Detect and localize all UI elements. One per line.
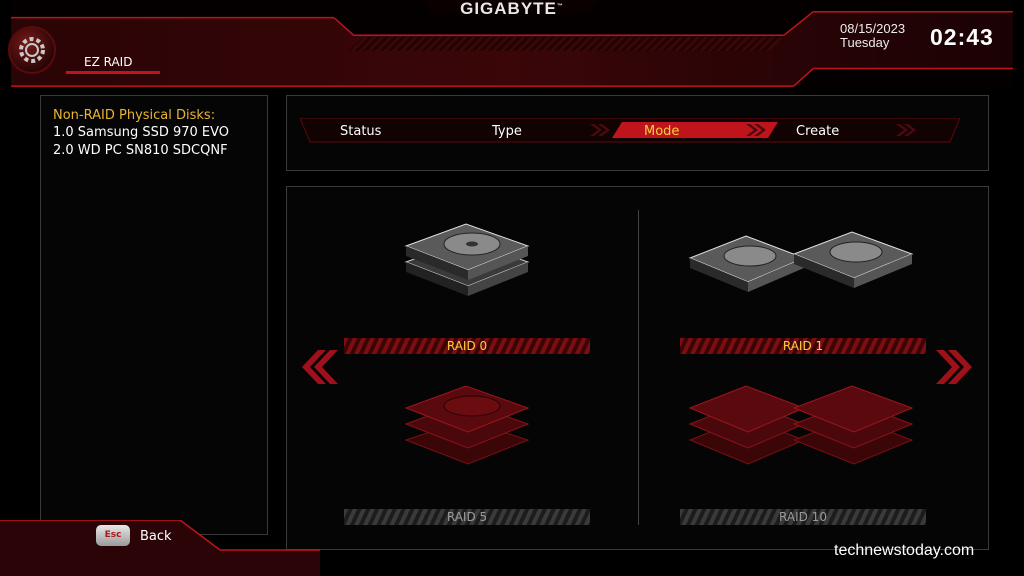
day-text: Tuesday [840, 35, 890, 50]
raid5-option[interactable]: RAID 5 [344, 509, 590, 525]
date-text: 08/15/2023 [840, 21, 906, 36]
raid0-disk-icon[interactable] [396, 210, 536, 300]
step-type: Type [492, 124, 522, 139]
raid1-disk-icon[interactable] [686, 214, 918, 298]
raid1-option[interactable]: RAID 1 [680, 338, 926, 354]
double-chevron-right-icon[interactable] [936, 350, 976, 384]
back-button[interactable]: Back [140, 529, 172, 544]
step-status: Status [340, 124, 382, 139]
watermark: technewstoday.com [834, 542, 975, 559]
tab-ez-raid[interactable]: EZ RAID [84, 55, 132, 69]
raid10-option[interactable]: RAID 10 [680, 509, 926, 525]
date-display: 08/15/2023 Tuesday [840, 22, 905, 50]
disk-list-panel [40, 95, 268, 535]
esc-key-icon[interactable]: Esc [96, 525, 130, 546]
raid0-option[interactable]: RAID 0 [344, 338, 590, 354]
tab-underline [66, 71, 160, 74]
raid5-disk-icon[interactable] [396, 380, 536, 470]
brand-logo: GIGABYTE™ [460, 0, 564, 18]
disk-item: 1.0 Samsung SSD 970 EVO [53, 125, 230, 140]
disk-item: 2.0 WD PC SN810 SDCQNF [53, 143, 228, 158]
clock: 02:43 [930, 24, 994, 50]
step-create: Create [796, 124, 840, 139]
divider [638, 210, 639, 525]
gear-icon[interactable] [8, 26, 56, 74]
raid10-disk-icon[interactable] [686, 384, 918, 474]
disk-list-title: Non-RAID Physical Disks: [53, 108, 216, 123]
step-mode: Mode [644, 124, 680, 139]
double-chevron-left-icon[interactable] [298, 350, 338, 384]
step-track [300, 118, 961, 143]
